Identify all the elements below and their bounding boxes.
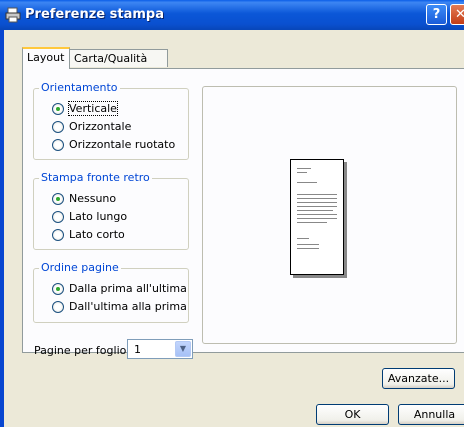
print-preferences-window: Preferenze stampa ? ✕ Layout Carta/Quali…	[0, 0, 464, 427]
radio-landscape-label: Orizzontale	[69, 120, 132, 133]
page-text-line	[297, 238, 309, 239]
pages-per-sheet-value: 1	[134, 343, 141, 356]
radio-circle	[52, 301, 64, 313]
page-text-line	[297, 244, 319, 245]
radio-selected-dot	[56, 287, 60, 291]
page-text-line	[297, 210, 333, 211]
advanced-button[interactable]: Avanzate...	[382, 368, 455, 389]
duplex-group: Stampa fronte retro Nessuno Lato lungo L…	[33, 171, 189, 250]
radio-long-edge-label: Lato lungo	[69, 210, 128, 223]
radio-rotated-landscape-label: Orizzontale ruotato	[69, 138, 176, 151]
page-order-group: Ordine pagine Dalla prima all'ultima Dal…	[33, 261, 189, 323]
close-button[interactable]: ✕	[450, 4, 464, 25]
radio-circle	[52, 211, 64, 223]
radio-selected-dot	[56, 107, 60, 111]
help-button[interactable]: ?	[426, 4, 447, 25]
tab-layout-label: Layout	[27, 51, 65, 64]
page-text-line	[297, 222, 327, 223]
page-text-line	[297, 206, 337, 207]
radio-selected-dot	[56, 197, 60, 201]
tab-paper-quality-label: Carta/Qualità	[74, 52, 148, 65]
printer-icon	[5, 7, 21, 23]
radio-first-to-last-label: Dalla prima all'ultima	[69, 282, 187, 295]
page-text-line	[297, 182, 317, 183]
page-text-line	[297, 202, 337, 203]
duplex-group-title: Stampa fronte retro	[39, 171, 152, 184]
radio-circle	[52, 193, 64, 205]
page-text-line	[297, 168, 311, 169]
page-text-line	[297, 248, 319, 249]
orientation-group-title: Orientamento	[39, 81, 120, 94]
ok-button[interactable]: OK	[316, 404, 389, 425]
window-frame-left	[0, 30, 4, 427]
page-text-line	[297, 214, 337, 215]
radio-short-edge-label: Lato corto	[69, 228, 125, 241]
cancel-button[interactable]: Annulla	[398, 404, 464, 425]
radio-last-to-first-label: Dall'ultima alla prima	[69, 300, 187, 313]
pages-per-sheet-label: Pagine per foglio:	[34, 344, 131, 357]
page-text-line	[297, 198, 337, 199]
page-preview-icon	[290, 159, 344, 275]
radio-circle	[52, 283, 64, 295]
chevron-down-icon[interactable]: ▼	[175, 341, 191, 357]
window-title: Preferenze stampa	[25, 7, 164, 22]
radio-circle	[52, 139, 64, 151]
radio-circle	[52, 103, 64, 115]
page-order-group-title: Ordine pagine	[39, 261, 121, 274]
page-text-line	[297, 194, 337, 195]
page-text-line	[297, 218, 337, 219]
radio-circle	[52, 121, 64, 133]
tab-paper-quality[interactable]: Carta/Qualità	[69, 49, 168, 67]
page-text-line	[297, 172, 307, 173]
radio-portrait-label: Verticale	[68, 101, 118, 116]
orientation-group: Orientamento Verticale Orizzontale Orizz…	[33, 81, 189, 160]
radio-circle	[52, 229, 64, 241]
radio-duplex-none-label: Nessuno	[69, 192, 117, 205]
pages-per-sheet-select[interactable]: 1 ▼	[127, 339, 193, 359]
tab-layout[interactable]: Layout	[22, 47, 70, 69]
title-bar[interactable]: Preferenze stampa ? ✕	[0, 0, 464, 30]
